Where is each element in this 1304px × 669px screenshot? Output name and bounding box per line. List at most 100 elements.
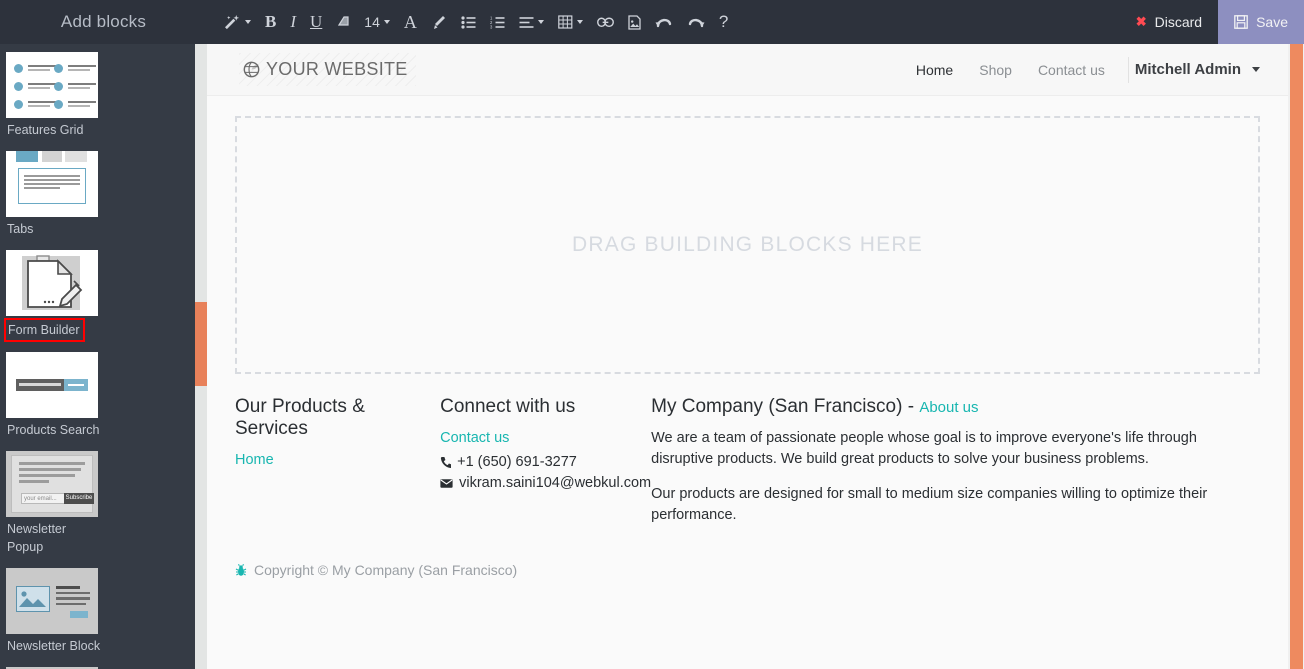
sidebar-block-label: Newsletter Block xyxy=(7,639,101,653)
sidebar-block-features-grid[interactable]: Features Grid xyxy=(6,46,102,145)
dropzone-text: DRAG BUILDING BLOCKS HERE xyxy=(572,233,923,256)
newsletter-popup-email-field: your email... xyxy=(21,493,67,504)
footer-link-about-us[interactable]: About us xyxy=(919,399,978,416)
footer-email: vikram.saini104@webkul.com xyxy=(440,473,651,494)
chevron-down-icon xyxy=(383,20,390,24)
save-label: Save xyxy=(1256,14,1288,30)
font-size-value: 14 xyxy=(364,14,380,30)
footer-paragraph-1: We are a team of passionate people whose… xyxy=(651,430,1197,467)
sidebar-block-form-builder[interactable]: Form Builder xyxy=(4,244,102,346)
bug-icon xyxy=(235,563,247,577)
sidebar-scrollbar-track[interactable] xyxy=(195,44,207,669)
site-brand-text: YOUR WEBSITE xyxy=(266,59,408,79)
chevron-down-icon xyxy=(1252,67,1260,72)
bullet-list-icon xyxy=(461,15,476,29)
undo-button[interactable] xyxy=(648,9,680,35)
dropzone-wrapper: DRAG BUILDING BLOCKS HERE xyxy=(207,96,1288,374)
nav-divider xyxy=(1127,56,1129,83)
link-icon xyxy=(596,17,614,27)
image-button[interactable] xyxy=(621,9,648,35)
newsletter-popup-subscribe-button: Subscribe xyxy=(64,493,94,504)
footer-paragraph-2: Our products are designed for small to m… xyxy=(651,486,1208,523)
tabs-thumbnail[interactable] xyxy=(6,151,98,217)
sidebar-block-tabs[interactable]: Tabs xyxy=(6,145,102,244)
toolbar-actions: ✖ Discard Save xyxy=(1119,0,1304,44)
discard-label: Discard xyxy=(1154,14,1203,30)
scrollbar-corner xyxy=(1288,0,1304,44)
editor-pane: B I U 14 A 1 2 3 ? ✖ Discard Save YOUR W… xyxy=(207,0,1304,669)
underline-button[interactable]: U xyxy=(303,9,329,35)
bullet-dot-icon xyxy=(54,100,63,109)
site-nav: Home Shop Contact us Mitchell Admin xyxy=(903,56,1266,83)
remove-format-button[interactable] xyxy=(329,9,357,35)
footer-phone: +1 (650) 691-3277 xyxy=(440,452,651,473)
italic-button[interactable]: I xyxy=(283,9,303,35)
eraser-icon xyxy=(338,16,349,26)
page-scrollbar-track[interactable] xyxy=(1288,44,1304,669)
footer-phone-value: +1 (650) 691-3277 xyxy=(457,454,577,470)
sidebar-cutoff-label-accordion: Accordion xyxy=(98,44,190,46)
bullet-dot-icon xyxy=(54,64,63,73)
sidebar-block-label-highlighted: Form Builder xyxy=(4,318,85,342)
redo-arrow-icon xyxy=(688,18,705,27)
bullet-dot-icon xyxy=(14,100,23,109)
image-placeholder-icon xyxy=(16,586,50,612)
table-button[interactable] xyxy=(551,9,590,35)
footer-column-products: Our Products & Services Home xyxy=(235,396,440,540)
bold-button[interactable]: B xyxy=(258,9,283,35)
newsletter-block-thumbnail[interactable] xyxy=(6,568,98,634)
discard-button[interactable]: ✖ Discard xyxy=(1119,0,1219,44)
background-color-button[interactable] xyxy=(424,9,454,35)
site-brand[interactable]: YOUR WEBSITE xyxy=(239,53,416,86)
bullet-dot-icon xyxy=(14,64,23,73)
footer-dash: - xyxy=(907,396,915,417)
sidebar-block-grid: Features Grid Tabs Form Builder Products… xyxy=(0,46,195,669)
align-button[interactable] xyxy=(512,9,551,35)
globe-icon xyxy=(243,61,260,78)
toolbar-format-group: B I U 14 A 1 2 3 ? xyxy=(217,9,735,35)
sidebar-block-label: Newsletter Popup xyxy=(7,522,67,554)
footer-company-name: My Company (San Francisco) xyxy=(651,396,903,417)
form-builder-thumbnail[interactable] xyxy=(6,250,98,316)
clipboard-pencil-icon xyxy=(27,255,83,308)
unordered-list-button[interactable] xyxy=(454,9,483,35)
page-scrollbar-thumb[interactable] xyxy=(1290,44,1303,669)
nav-item-shop[interactable]: Shop xyxy=(966,62,1025,78)
nav-item-contact-us[interactable]: Contact us xyxy=(1025,62,1118,78)
image-file-icon xyxy=(628,14,641,30)
sidebar-scrollbar-thumb[interactable] xyxy=(195,302,207,386)
help-button[interactable]: ? xyxy=(712,9,735,35)
chevron-down-icon xyxy=(245,20,251,24)
sidebar-block-products-search[interactable]: Products Search xyxy=(6,346,102,445)
font-color-button[interactable]: A xyxy=(397,9,424,35)
numbered-list-icon: 1 2 3 xyxy=(490,16,505,29)
sidebar-block-newsletter-block[interactable]: Newsletter Block xyxy=(6,562,102,661)
sidebar-block-newsletter-popup[interactable]: your email... Subscribe Newsletter Popup xyxy=(6,445,102,562)
chevron-down-icon xyxy=(576,20,583,24)
sidebar-block-twitter-scroller[interactable]: Twitter Scroller xyxy=(6,661,102,669)
svg-text:3: 3 xyxy=(490,24,493,28)
features-grid-thumbnail[interactable] xyxy=(6,52,98,118)
footer-link-contact-us[interactable]: Contact us xyxy=(440,430,651,446)
user-menu[interactable]: Mitchell Admin xyxy=(1135,61,1266,78)
sidebar-block-label: Tabs xyxy=(7,222,34,236)
style-magic-wand-button[interactable] xyxy=(217,9,258,35)
close-icon: ✖ xyxy=(1135,14,1147,29)
chevron-down-icon xyxy=(537,20,544,24)
site-footer: Our Products & Services Home Connect wit… xyxy=(207,396,1288,540)
paintbrush-icon xyxy=(433,15,445,29)
sidebar-title: Add blocks xyxy=(0,0,207,44)
phone-icon xyxy=(440,456,452,469)
site-copyright: Copyright © My Company (San Francisco) xyxy=(207,540,1288,578)
font-size-button[interactable]: 14 xyxy=(357,9,397,35)
ordered-list-button[interactable]: 1 2 3 xyxy=(483,9,512,35)
newsletter-popup-thumbnail[interactable]: your email... Subscribe xyxy=(6,451,98,517)
building-blocks-dropzone[interactable]: DRAG BUILDING BLOCKS HERE xyxy=(235,116,1260,374)
products-search-thumbnail[interactable] xyxy=(6,352,98,418)
website-preview: YOUR WEBSITE Home Shop Contact us Mitche… xyxy=(207,44,1288,669)
website-builder-app: Add blocks References Accordion xyxy=(0,0,1304,669)
footer-link-home[interactable]: Home xyxy=(235,452,440,468)
nav-item-home[interactable]: Home xyxy=(903,62,966,78)
redo-button[interactable] xyxy=(680,9,712,35)
link-button[interactable] xyxy=(590,9,621,35)
